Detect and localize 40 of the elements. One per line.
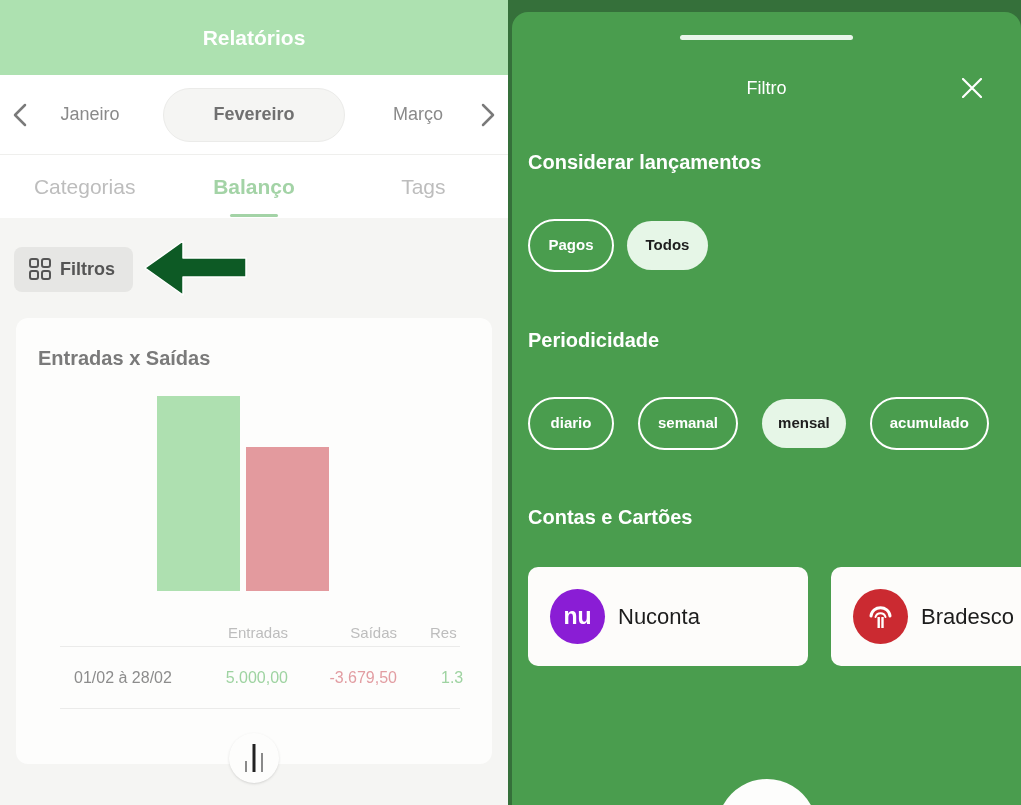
card-title: Entradas x Saídas bbox=[38, 346, 211, 371]
chevron-left-icon bbox=[13, 102, 27, 127]
chart-button[interactable] bbox=[229, 733, 279, 783]
filter-chip[interactable]: Todos bbox=[627, 221, 708, 270]
bar-chart-icon bbox=[243, 743, 265, 773]
month-tab[interactable]: Março bbox=[368, 101, 468, 128]
account-name: Bradesco bbox=[921, 603, 1014, 631]
filter-chip[interactable]: acumulado bbox=[869, 397, 989, 450]
filter-chip[interactable]: Pagos bbox=[528, 219, 614, 272]
section-title: Considerar lançamentos bbox=[528, 150, 762, 175]
tab[interactable]: Tags bbox=[338, 155, 508, 218]
arrow-left-icon bbox=[143, 240, 248, 296]
filters-button[interactable]: Filtros bbox=[14, 246, 133, 292]
sheet-title: Filtro bbox=[746, 76, 787, 100]
account-card[interactable]: nu Nuconta bbox=[528, 567, 808, 666]
month-tab[interactable]: Fevereiro bbox=[163, 87, 345, 142]
chevron-right-icon bbox=[481, 102, 495, 127]
column-header: Res bbox=[430, 623, 457, 641]
filter-chip[interactable]: mensal bbox=[762, 399, 846, 448]
tab[interactable]: Categorias bbox=[0, 155, 170, 218]
account-logo: nu bbox=[550, 589, 605, 644]
table-cell: 01/02 à 28/02 bbox=[74, 668, 172, 686]
section-title: Periodicidade bbox=[528, 328, 660, 353]
table-cell: -3.679,50 bbox=[329, 668, 397, 686]
column-header: Entradas bbox=[227, 623, 288, 641]
column-header: Saídas bbox=[350, 623, 397, 641]
account-card[interactable]: Bradesco bbox=[831, 567, 1021, 666]
account-name: Nuconta bbox=[618, 603, 700, 631]
grid-icon bbox=[29, 258, 51, 280]
table-cell: 1.3 bbox=[441, 668, 464, 686]
close-button[interactable] bbox=[962, 78, 982, 98]
filter-chip[interactable]: semanal bbox=[638, 397, 739, 450]
month-tab[interactable]: Janeiro bbox=[40, 101, 140, 128]
round-button[interactable] bbox=[722, 779, 811, 805]
close-icon bbox=[962, 78, 982, 98]
section-title: Contas e Cartões bbox=[528, 505, 693, 530]
header-title: Relatórios bbox=[202, 24, 306, 51]
drag-handle[interactable] bbox=[680, 35, 853, 40]
table-cell: 5.000,00 bbox=[225, 668, 288, 686]
filter-chip[interactable]: diario bbox=[528, 397, 614, 450]
